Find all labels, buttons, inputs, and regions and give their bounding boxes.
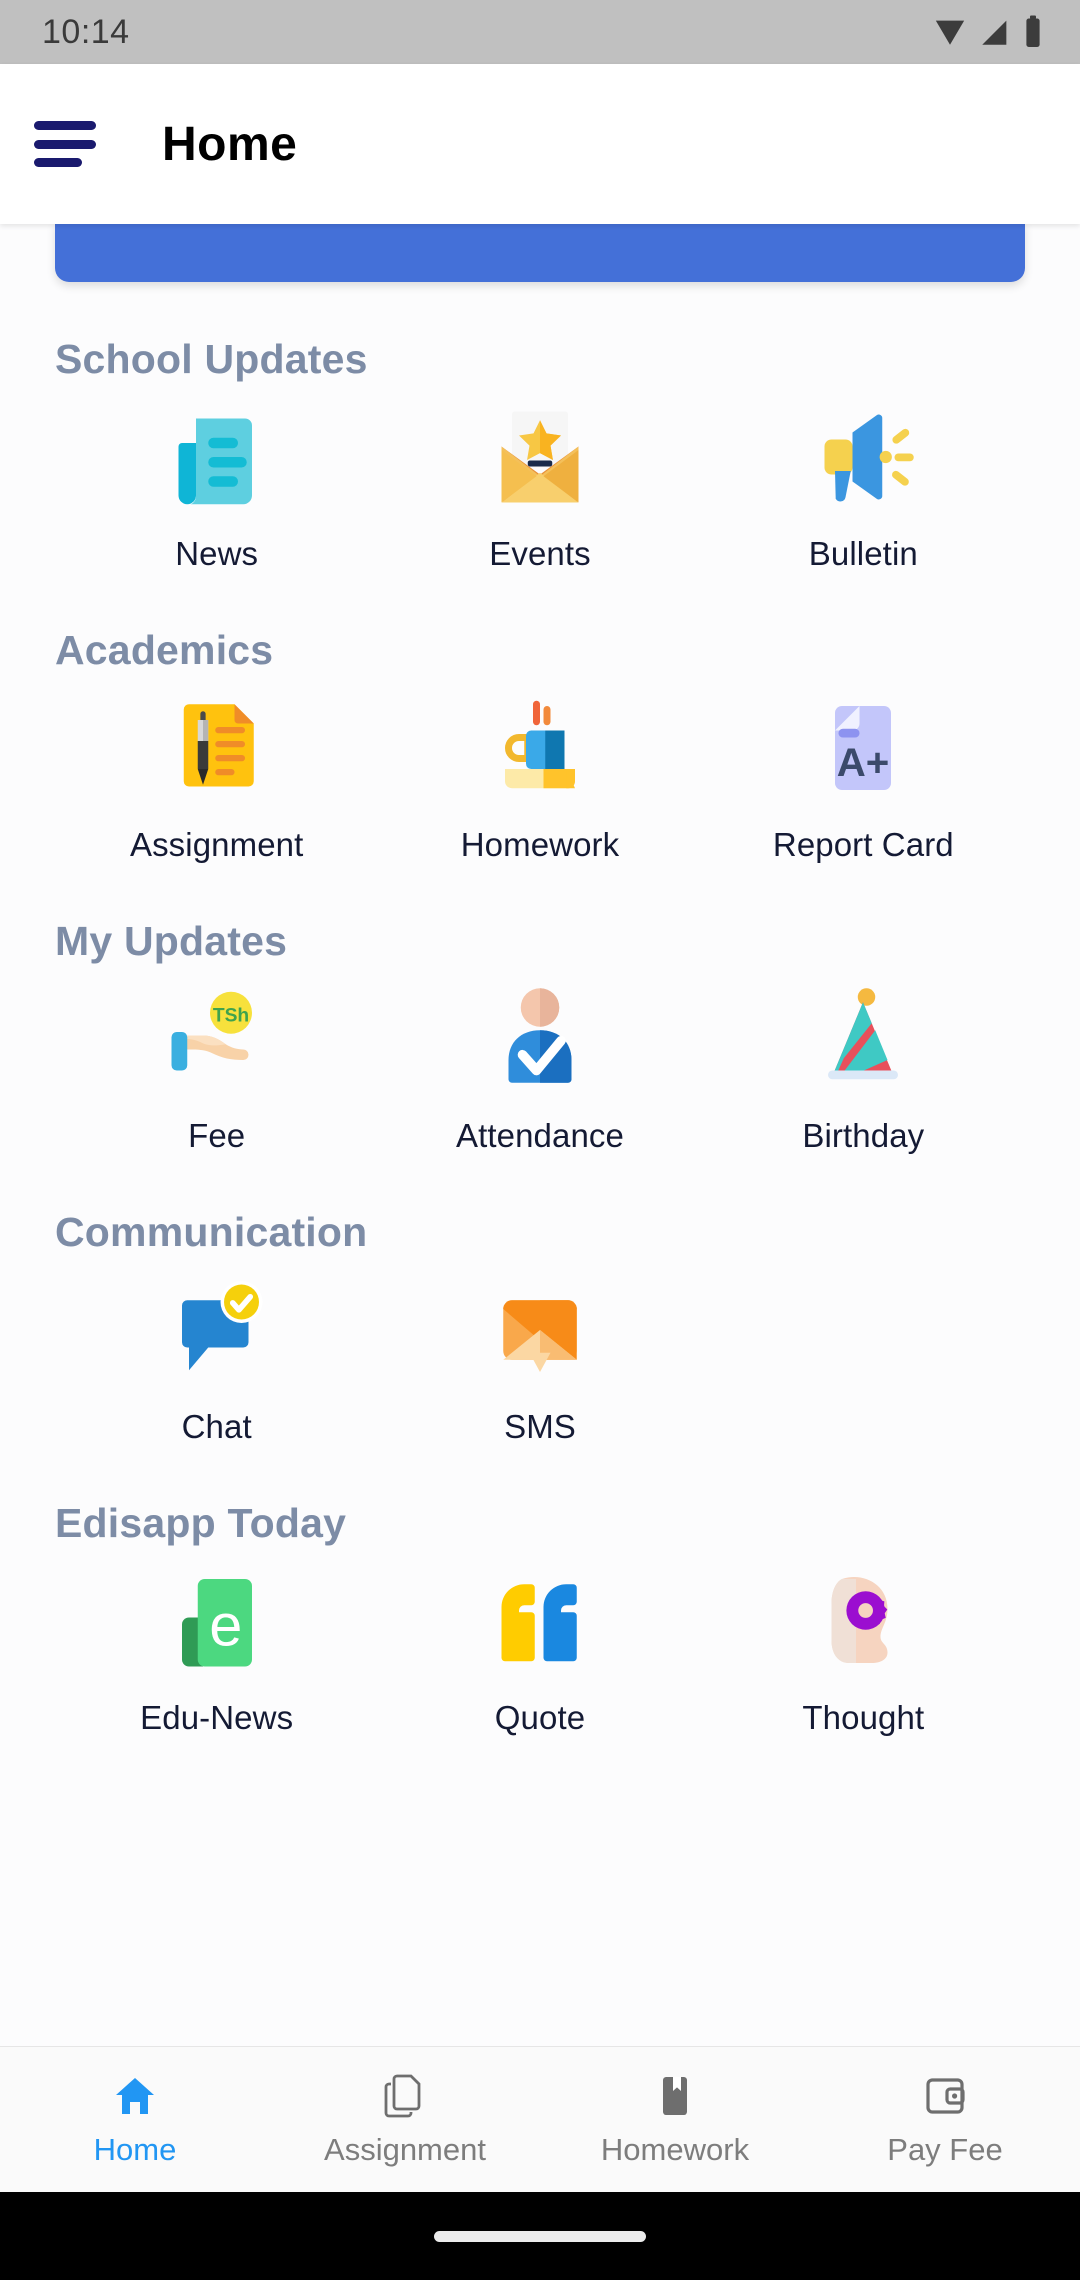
section-title: My Updates (55, 918, 288, 964)
chat-bubble-check-icon (161, 1274, 273, 1386)
orange-envelope-icon (484, 1274, 596, 1386)
bottom-navigation-bar: Home Assignment Homework Pay Fee (0, 2046, 1080, 2192)
tile-row: TSh Fee Attendance Birthday (55, 983, 1025, 1155)
tile-label: Quote (494, 1699, 586, 1736)
hamburger-bar (34, 121, 96, 130)
tile-label: Assignment (129, 826, 304, 863)
app-screen: 10:14 Home School Updates News Events Bu… (0, 0, 1080, 2280)
svg-text:A+: A+ (837, 740, 890, 785)
tile-fee[interactable]: TSh Fee (55, 983, 378, 1155)
tile-label: Events (489, 535, 591, 572)
tile-row: Chat SMS (55, 1274, 1025, 1446)
wifi-icon (935, 20, 965, 45)
page-title: Home (162, 117, 298, 171)
section-title: Communication (55, 1209, 368, 1255)
tile-sms[interactable]: SMS (378, 1274, 701, 1446)
battery-icon (1026, 15, 1040, 47)
tile-label: Chat (181, 1408, 252, 1445)
tile-quote[interactable]: Quote (378, 1565, 701, 1737)
status-bar-icons (932, 14, 1044, 50)
scroll-content[interactable]: School Updates News Events Bulletin Acad… (0, 224, 1080, 2046)
app-bar: Home (0, 64, 1080, 224)
news-document-icon (161, 401, 273, 513)
copy-pages-icon (384, 2074, 421, 2117)
tile-row: Assignment Homework A+ Report Card (55, 692, 1025, 864)
cellular-signal-icon (982, 20, 1007, 45)
bookmark-book-icon (663, 2076, 687, 2115)
report-card-a-plus-icon: A+ (807, 692, 919, 804)
system-gesture-bar (0, 2192, 1080, 2280)
section-communication: Communication Chat SMS (0, 1209, 1080, 1446)
tile-events[interactable]: Events (378, 401, 701, 573)
mug-books-icon (484, 692, 596, 804)
hand-coin-icon: TSh (161, 983, 273, 1095)
promo-banner-card[interactable] (55, 224, 1025, 282)
section-title: Edisapp Today (55, 1500, 347, 1546)
tile-row: e Edu-News Quote Thought (55, 1565, 1025, 1737)
wallet-icon (926, 2077, 965, 2114)
person-check-icon (484, 983, 596, 1095)
nav-item-pay-fee[interactable]: Pay Fee (810, 2072, 1080, 2168)
banner-container (0, 224, 1080, 282)
nav-label: Assignment (324, 2131, 486, 2167)
section-edisapp-today: Edisapp Today e Edu-News Quote Thought (0, 1500, 1080, 1737)
hamburger-menu-icon[interactable] (34, 117, 100, 171)
section-title: Academics (55, 627, 274, 673)
edu-news-e-icon: e (161, 1565, 273, 1677)
tile-report-card[interactable]: A+ Report Card (702, 692, 1025, 864)
tile-label: Attendance (456, 1117, 624, 1154)
hamburger-bar (34, 158, 82, 167)
nav-item-home[interactable]: Home (0, 2072, 270, 2168)
envelope-star-icon (484, 401, 596, 513)
section-school-updates: School Updates News Events Bulletin (0, 336, 1080, 573)
nav-item-homework[interactable]: Homework (540, 2072, 810, 2168)
tile-label: Report Card (772, 826, 954, 863)
tile-label: News (175, 535, 259, 572)
tile-label: Homework (460, 826, 620, 863)
tile-thought[interactable]: Thought (702, 1565, 1025, 1737)
tile-empty-slot (702, 1274, 1025, 1446)
nav-label: Pay Fee (887, 2131, 1003, 2167)
section-my-updates: My Updates TSh Fee Attendance Birthday (0, 918, 1080, 1155)
status-bar-clock: 10:14 (42, 12, 130, 51)
party-hat-icon (807, 983, 919, 1095)
tile-label: Birthday (802, 1117, 925, 1154)
tile-label: SMS (504, 1408, 576, 1445)
section-title: School Updates (55, 336, 368, 382)
document-pen-icon (161, 692, 273, 804)
status-bar: 10:14 (0, 0, 1080, 64)
quotation-marks-icon (484, 1565, 596, 1677)
tile-row: News Events Bulletin (55, 401, 1025, 573)
gesture-pill[interactable] (434, 2230, 646, 2242)
coin-currency-text: TSh (212, 1006, 248, 1027)
home-icon (116, 2077, 154, 2114)
tile-bulletin[interactable]: Bulletin (702, 401, 1025, 573)
head-gear-icon (807, 1565, 919, 1677)
megaphone-icon (807, 401, 919, 513)
section-academics: Academics Assignment Homework A+ Report … (0, 627, 1080, 864)
nav-label: Home (93, 2131, 177, 2167)
tile-chat[interactable]: Chat (55, 1274, 378, 1446)
tile-birthday[interactable]: Birthday (702, 983, 1025, 1155)
tile-attendance[interactable]: Attendance (378, 983, 701, 1155)
tile-label: Bulletin (808, 535, 918, 572)
hamburger-bar (34, 139, 96, 149)
tile-label: Fee (188, 1117, 246, 1154)
nav-item-assignment[interactable]: Assignment (270, 2072, 540, 2168)
tile-homework[interactable]: Homework (378, 692, 701, 864)
tile-edu-news[interactable]: e Edu-News (55, 1565, 378, 1737)
edu-news-letter: e (209, 1592, 242, 1659)
tile-assignment[interactable]: Assignment (55, 692, 378, 864)
nav-label: Homework (600, 2131, 750, 2167)
tile-label: Thought (802, 1699, 925, 1736)
tile-label: Edu-News (140, 1699, 294, 1736)
tile-news[interactable]: News (55, 401, 378, 573)
